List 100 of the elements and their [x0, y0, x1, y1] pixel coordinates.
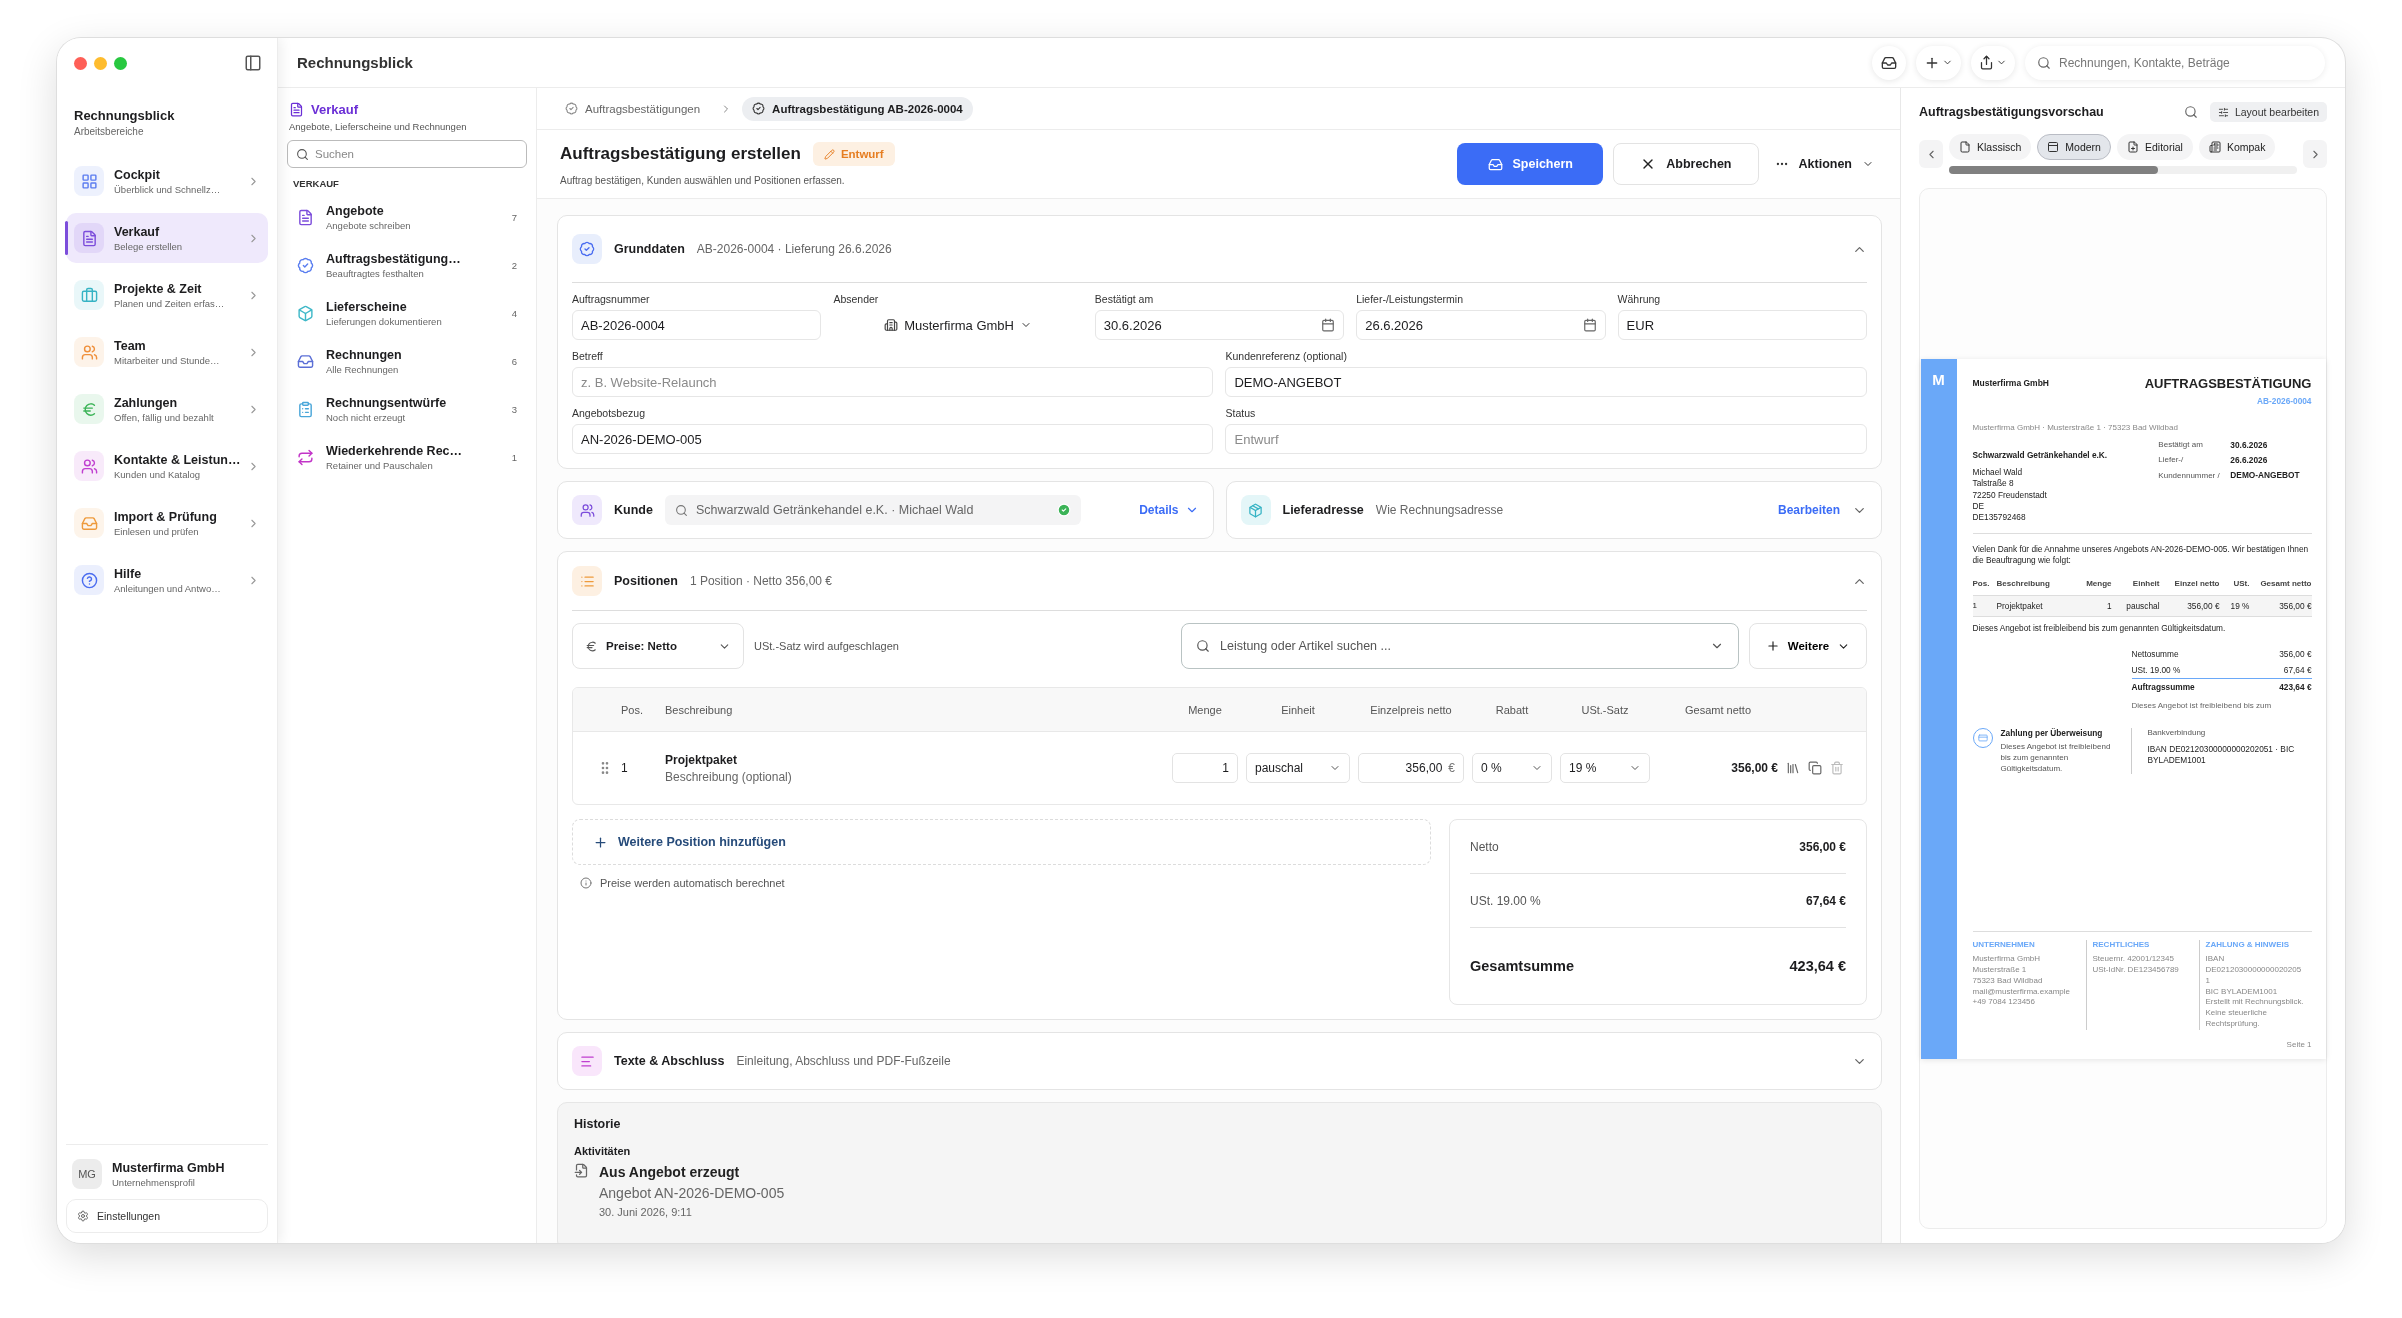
payment-text: Dieses Angebot ist freibleibend bis zum genannten Gültigkeitsdatum.	[2000, 742, 2111, 775]
menu-item[interactable]: Rechnungsentwürfe Noch nicht erzeugt 3	[287, 385, 527, 433]
layout-tab[interactable]: Klassisch	[1949, 134, 2032, 160]
field-label: Währung	[1617, 293, 1662, 305]
note-text: Preise werden automatisch berechnet	[600, 877, 785, 889]
card-title: Positionen	[614, 574, 678, 588]
total-value: 423,64 €	[1789, 958, 1846, 974]
section-title: Verkauf	[311, 102, 358, 117]
sender-select[interactable]: Musterfirma GmbH	[833, 310, 1083, 340]
badge-check-icon	[752, 102, 766, 115]
search-icon[interactable]	[2183, 105, 2198, 119]
footer-line: IBAN DE02120300000000202051	[2205, 954, 2303, 987]
total-value: 67,64 €	[2283, 664, 2312, 676]
search-field[interactable]: Suchen	[287, 140, 527, 168]
column-header: Menge	[1187, 703, 1223, 716]
text-lines-icon	[579, 1053, 595, 1069]
vat-select[interactable]: 19 %	[1560, 753, 1650, 783]
section-subtitle: Angebote, Lieferscheine und Rechnungen	[289, 121, 468, 132]
logo-letter: M	[1932, 370, 1945, 389]
total-value: 356,00 €	[1799, 839, 1846, 854]
settings-button[interactable]: Einstellungen	[66, 1199, 268, 1233]
layout-tab[interactable]: Editorial	[2116, 134, 2193, 160]
input-field[interactable]: EUR	[1617, 310, 1867, 340]
bank-details: IBAN DE02120300000000202051 · BIC BYLADEM1001	[2147, 743, 2296, 767]
customer-field[interactable]: Schwarzwald Getränkehandel e.K. · Michael Wald	[664, 495, 1081, 525]
date-field[interactable]: 26.6.2026	[1356, 310, 1606, 340]
layout-button[interactable]: Layout bearbeiten	[2209, 102, 2327, 122]
footer-line: Musterfirma GmbH	[1972, 954, 2042, 965]
input-field[interactable]: AB-2026-0004	[572, 310, 822, 340]
layout-tab[interactable]: Modern	[2037, 134, 2111, 160]
grid-icon	[80, 172, 98, 190]
input-field[interactable]: z. B. Website-Relaunch	[572, 367, 1214, 397]
menu-item[interactable]: Rechnungen Alle Rechnungen 6	[287, 337, 527, 385]
price-field[interactable]: 356,00 €	[1358, 753, 1464, 783]
column-header: Einheit	[2131, 578, 2160, 590]
sidebar-item[interactable]: Import & Prüfung Einlesen und prüfen	[66, 498, 268, 548]
card-summary: Wie Rechnungsadresse	[1375, 503, 1505, 517]
menu-item[interactable]: Wiederkehrende Rec… Retainer und Pauschalen 1	[287, 433, 527, 481]
edit-link[interactable]: Bearbeiten	[1777, 503, 1840, 517]
share-menu-button[interactable]	[1971, 45, 2015, 80]
books-icon[interactable]	[1786, 761, 1800, 775]
intro-text: Vielen Dank für die Annahme unseres Angebots AN-2026-DEMO-005. Wir bestätigen Ihnen die Beauftragung wie folgt:	[1972, 544, 2310, 567]
column-header: Einzel netto	[2173, 578, 2220, 590]
discount-select[interactable]: 0 %	[1472, 753, 1552, 783]
layout-tab[interactable]: Kompak	[2198, 134, 2276, 160]
description-field[interactable]: Beschreibung (optional)	[665, 769, 1164, 784]
input-field[interactable]: DEMO-ANGEBOT	[1225, 367, 1867, 397]
sidebar-item[interactable]: Zahlungen Offen, fällig und bezahlt	[66, 384, 268, 434]
sidebar-item[interactable]: Kontakte & Leistun… Kunden und Katalog	[66, 441, 268, 491]
menu-item[interactable]: Angebote Angebote schreiben 7	[287, 193, 527, 241]
sidebar-item[interactable]: Cockpit Überblick und Schnellz…	[66, 156, 268, 206]
inbox-button[interactable]	[1872, 45, 1906, 80]
column-header: Beschreibung	[1996, 578, 2051, 590]
unit-select[interactable]: pauschal	[1246, 753, 1350, 783]
article-search-field[interactable]: Leistung oder Artikel suchen ...	[1181, 623, 1739, 669]
avatar: MG	[72, 1159, 102, 1189]
card-title: Texte & Abschluss	[614, 1054, 725, 1068]
add-menu-button[interactable]	[1916, 45, 1961, 80]
close-button[interactable]	[74, 56, 87, 70]
column-header: Gesamt netto	[2259, 578, 2312, 590]
list-icon	[579, 573, 595, 589]
add-position-button[interactable]: Weitere Position hinzufügen	[572, 819, 1431, 865]
sidebar-item[interactable]: Hilfe Anleitungen und Antwo…	[66, 555, 268, 605]
actions-menu-button[interactable]: Aktionen	[1768, 143, 1880, 185]
sidebar-toggle-icon[interactable]	[244, 54, 262, 72]
menu-item[interactable]: Auftragsbestätigung… Beauftragtes festhalten 2	[287, 241, 527, 289]
document-icon	[1959, 141, 1971, 153]
people-icon	[579, 502, 595, 518]
sidebar-item[interactable]: Verkauf Belege erstellen	[66, 213, 268, 263]
menu-item[interactable]: Lieferscheine Lieferungen dokumentieren 4	[287, 289, 527, 337]
search-icon	[2037, 55, 2051, 70]
calendar-icon	[1321, 318, 1336, 332]
input-field[interactable]: Entwurf	[1225, 424, 1867, 454]
global-search-field[interactable]: Rechnungen, Kontakte, Beträge	[2025, 45, 2325, 80]
address-line: DE135792468	[1972, 511, 2026, 524]
input-field[interactable]: AN-2026-DEMO-005	[572, 424, 1214, 454]
activity-time: 30. Juni 2026, 9:11	[599, 1204, 693, 1220]
sidebar-item[interactable]: Projekte & Zeit Planen und Zeiten erfas…	[66, 270, 268, 320]
save-button[interactable]: Speichern	[1457, 143, 1604, 185]
breadcrumb-item[interactable]: Auftragsbestätigung AB-2026-0004	[742, 96, 973, 121]
column-header: Menge	[2085, 578, 2112, 590]
copy-icon[interactable]	[1808, 761, 1822, 775]
page-title: Auftragsbestätigung erstellen	[560, 144, 801, 164]
sidebar-item[interactable]: Team Mitarbeiter und Stunde…	[66, 327, 268, 377]
footer-heading: ZAHLUNG & HINWEIS	[2205, 940, 2291, 952]
meta-value: DEMO-ANGEBOT	[2230, 470, 2300, 482]
badge-check-icon	[579, 241, 595, 257]
calendar-icon	[1582, 318, 1597, 332]
history-subtitle: Aktivitäten	[574, 1145, 632, 1157]
date-field[interactable]: 30.6.2026	[1094, 310, 1345, 340]
details-link[interactable]: Details	[1139, 503, 1199, 517]
price-mode-select[interactable]: Preise: Netto	[572, 623, 744, 669]
euro-icon	[80, 400, 98, 418]
footer-line: BIC BYLADEM1001	[2205, 986, 2279, 998]
plus-icon	[593, 834, 608, 850]
more-button[interactable]: Weitere	[1749, 623, 1867, 669]
cancel-button[interactable]: Abbrechen	[1613, 143, 1759, 185]
sliders-icon	[2217, 106, 2229, 118]
quantity-field[interactable]: 1	[1172, 753, 1238, 783]
breadcrumb-item[interactable]: Auftragsbestätigungen	[555, 96, 711, 121]
